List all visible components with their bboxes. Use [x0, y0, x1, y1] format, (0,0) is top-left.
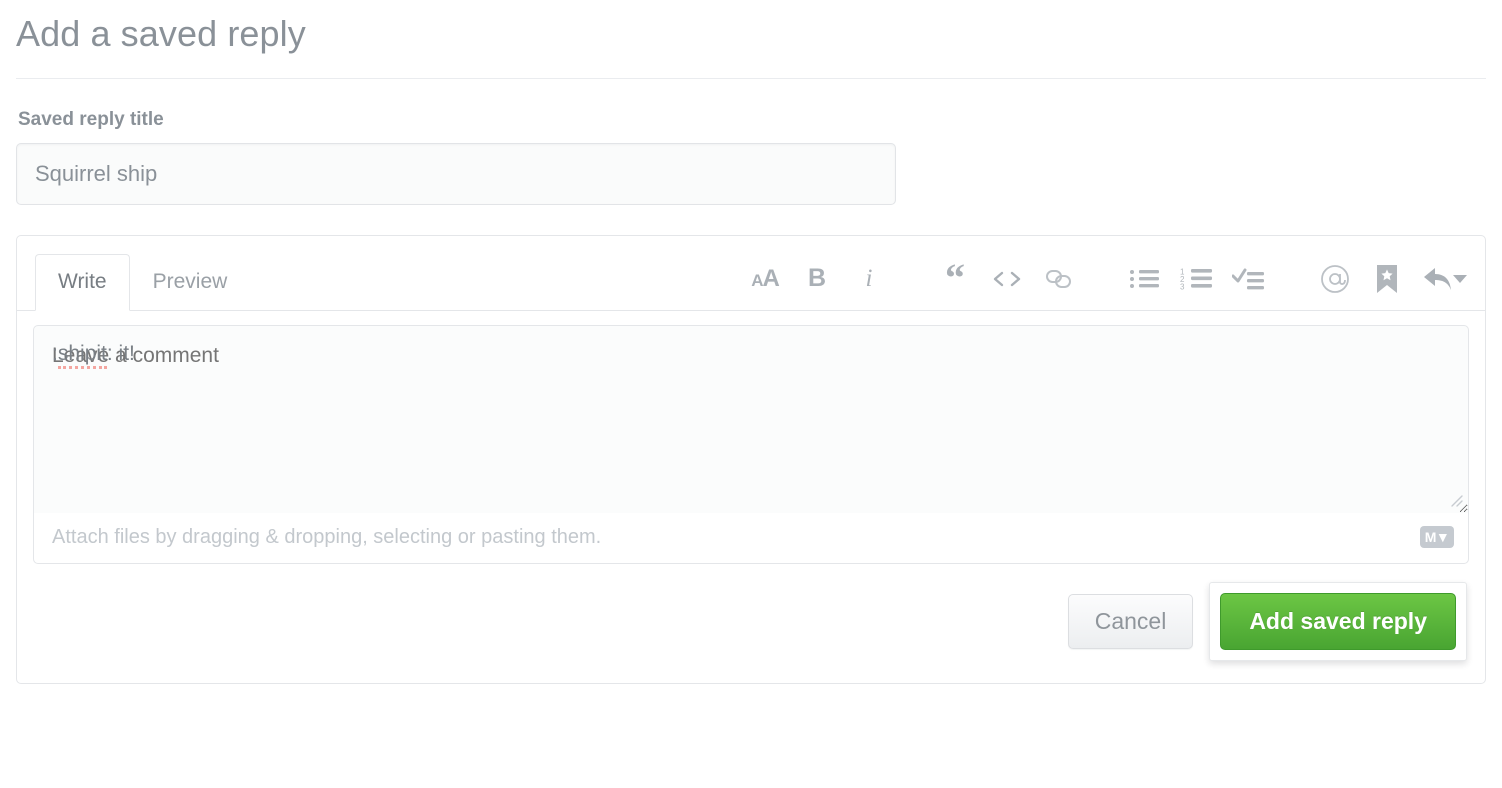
- composer-body: :shipit: it! Attach files by dragging & …: [17, 311, 1485, 564]
- saved-reply-icon[interactable]: [1361, 262, 1413, 296]
- toolbar-group-insert: [1309, 262, 1467, 296]
- saved-reply-title-input[interactable]: [16, 143, 896, 206]
- page-header: Add a saved reply: [0, 0, 1502, 54]
- heading-icon[interactable]: AA: [739, 262, 791, 296]
- cancel-button[interactable]: Cancel: [1067, 593, 1194, 650]
- page-title: Add a saved reply: [16, 13, 306, 54]
- markdown-icon[interactable]: M ▼: [1420, 525, 1454, 548]
- comment-textarea-wrap: :shipit: it!: [33, 324, 1469, 513]
- tab-preview[interactable]: Preview: [130, 254, 251, 310]
- comment-textarea[interactable]: [33, 324, 1469, 513]
- composer-actions: Cancel Add saved reply: [17, 564, 1485, 684]
- toolbar-group-text: AA B i: [739, 262, 895, 296]
- mention-icon[interactable]: [1309, 262, 1361, 296]
- saved-reply-title-label: Saved reply title: [18, 108, 164, 130]
- chevron-down-icon[interactable]: [1453, 274, 1467, 283]
- markdown-badge-letter: M: [1424, 528, 1437, 545]
- add-saved-reply-button[interactable]: Add saved reply: [1220, 592, 1456, 651]
- svg-text:3: 3: [1180, 282, 1185, 291]
- attach-files-bar[interactable]: Attach files by dragging & dropping, sel…: [33, 511, 1469, 564]
- composer-header: Write Preview AA B i “ 1 2 3: [17, 236, 1485, 311]
- attach-files-text: Attach files by dragging & dropping, sel…: [52, 525, 602, 548]
- composer-tabnav: Write Preview: [35, 254, 251, 311]
- comment-composer: Write Preview AA B i “ 1 2 3 Leave a com…: [16, 235, 1486, 685]
- task-list-icon[interactable]: [1223, 262, 1275, 296]
- quote-icon[interactable]: “: [929, 258, 981, 298]
- bold-icon[interactable]: B: [791, 262, 843, 296]
- tab-write[interactable]: Write: [35, 254, 130, 311]
- code-icon[interactable]: [981, 262, 1033, 296]
- unordered-list-icon[interactable]: [1119, 262, 1171, 296]
- link-icon[interactable]: [1033, 262, 1085, 296]
- italic-icon[interactable]: i: [843, 262, 895, 296]
- markdown-toolbar: AA B i “ 1 2 3: [739, 258, 1467, 310]
- saved-reply-title-field-block: Saved reply title: [16, 109, 1486, 206]
- header-divider: [16, 77, 1486, 79]
- toolbar-group-block: “: [929, 258, 1085, 298]
- ordered-list-icon[interactable]: 1 2 3: [1171, 262, 1223, 296]
- toolbar-group-lists: 1 2 3: [1119, 262, 1275, 296]
- submit-button-highlight: Add saved reply: [1209, 581, 1467, 662]
